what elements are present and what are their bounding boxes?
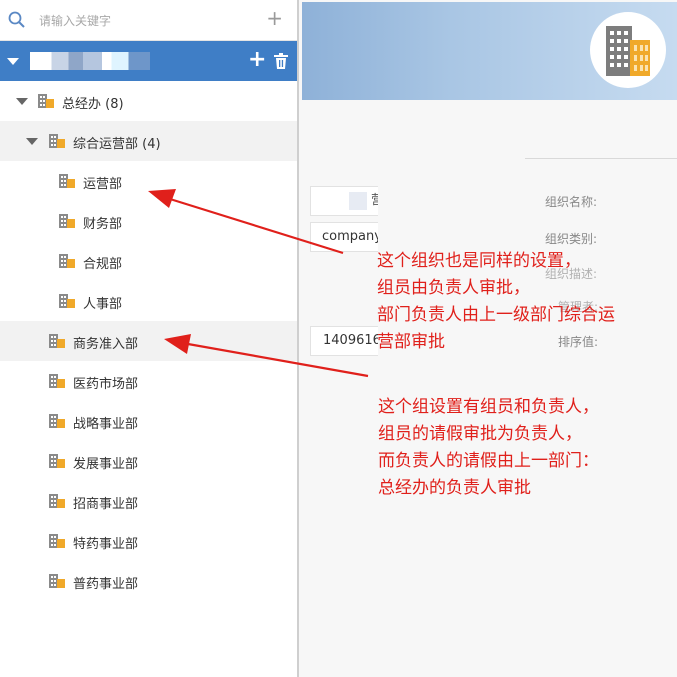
arrow-to-yunying [169, 197, 344, 255]
annotation-note-1: 这个组织也是同样的设置， 组员由负责人审批， 部门负责人由上一级部门综合运 营部… [377, 248, 615, 356]
note1-line-2: 组员由负责人审批， [377, 278, 530, 298]
note2-line-1: 这个组设置有组员和负责人， [378, 397, 599, 417]
note2-line-2: 组员的请假审批为负责人， [378, 424, 582, 444]
annotation-note-2: 这个组设置有组员和负责人， 组员的请假审批为负责人， 而负责人的请假由上一部门：… [378, 394, 599, 502]
note1-line-3: 部门负责人由上一级部门综合运 [377, 305, 615, 325]
note2-line-4: 总经办的负责人审批 [378, 478, 531, 498]
arrowhead-2 [164, 334, 191, 354]
note1-line-4: 营部审批 [377, 332, 445, 352]
note2-line-3: 而负责人的请假由上一部门： [378, 451, 599, 471]
arrowhead-1 [148, 189, 176, 208]
arrow-to-shangwu [187, 342, 369, 378]
note1-line-1: 这个组织也是同样的设置， [377, 251, 581, 271]
